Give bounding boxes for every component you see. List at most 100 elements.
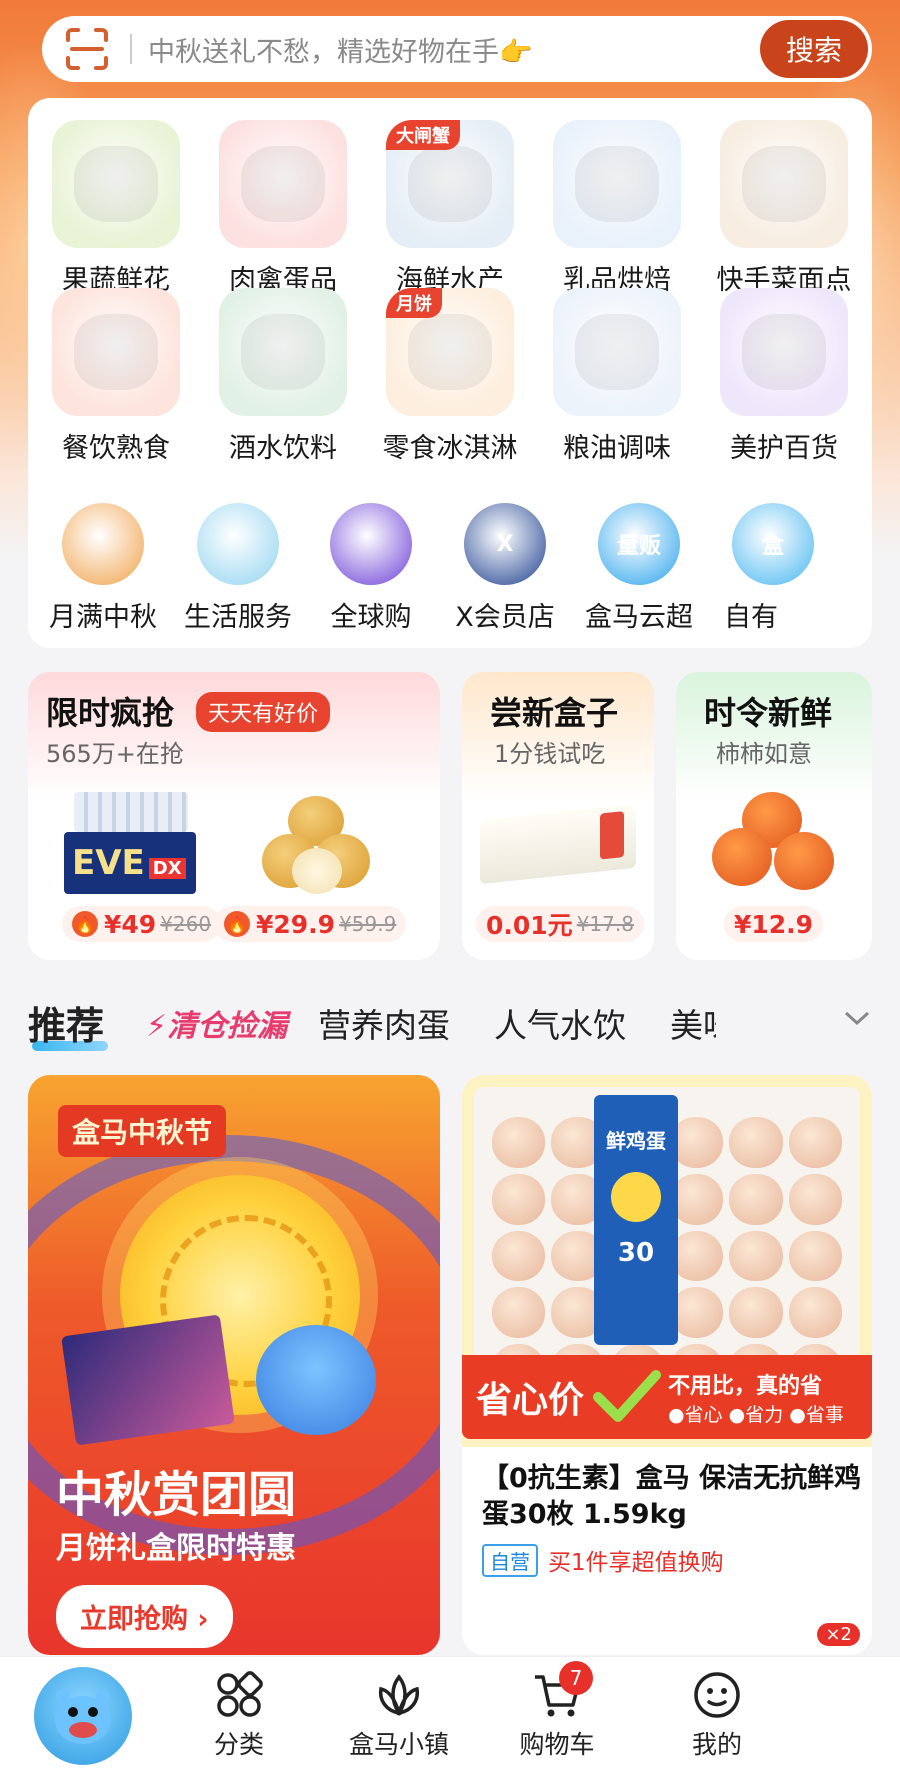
search-button[interactable]: 搜索	[760, 20, 868, 78]
category-tag: 大闸蟹	[386, 120, 460, 150]
festival-tag: 盒马中秋节	[58, 1105, 227, 1157]
seasonal-price: ¥12.9	[724, 906, 824, 942]
gift-box-illustration	[61, 1314, 235, 1446]
banner-headline: 中秋赏团圆	[56, 1467, 297, 1523]
category-item[interactable]: 酒水饮料	[199, 288, 367, 465]
cooked-food-icon	[52, 288, 180, 416]
nav-hema-town[interactable]: 盒马小镇	[334, 1669, 464, 1761]
snack-icon: 月饼	[386, 288, 514, 416]
mid-autumn-rabbit-icon	[62, 503, 144, 585]
tab-meat-eggs[interactable]: 营养肉蛋	[318, 999, 450, 1047]
mid-autumn-banner[interactable]: 盒马中秋节 中秋赏团圆 月饼礼盒限时特惠 立即抢购 ›	[28, 1075, 440, 1655]
shortcut-item[interactable]: 生活服务	[163, 503, 313, 634]
cart-icon: 7	[531, 1661, 593, 1721]
trial-box-subtitle: 1分钱试吃	[494, 740, 606, 768]
dairy-icon	[553, 120, 681, 248]
category-item[interactable]: 大闸蟹 海鲜水产	[366, 120, 534, 297]
nav-profile[interactable]: 我的	[652, 1669, 782, 1761]
bottom-navigation: 分类 盒马小镇 7 购物车 我的	[0, 1656, 900, 1768]
search-bar[interactable]: 中秋送礼不愁，精选好物在手👉 搜索	[42, 16, 872, 82]
egg	[788, 1173, 842, 1225]
shortcut-label: 自有	[724, 602, 778, 633]
service-staff-icon	[197, 503, 279, 585]
own-brand-icon: 盒	[732, 503, 814, 585]
search-divider	[130, 34, 132, 64]
quick-meal-icon	[720, 120, 848, 248]
tab-tasty[interactable]: 美味	[670, 999, 716, 1047]
product-image-cheese[interactable]	[480, 803, 636, 885]
trial-box-title: 尝新盒子	[490, 694, 619, 732]
x-member-icon: X	[464, 503, 546, 585]
category-item[interactable]: 乳品烘焙	[533, 120, 701, 297]
fruit-vegetable-icon	[52, 120, 180, 248]
scan-icon[interactable]	[62, 24, 112, 74]
flash-price-1: 🔥 ¥49 ¥260	[62, 906, 222, 942]
home-hippo-icon[interactable]	[34, 1667, 132, 1765]
tab-recommend[interactable]: 推荐	[28, 995, 104, 1050]
shortcut-item[interactable]: 量贩 盒马云超	[564, 503, 714, 634]
shortcut-item[interactable]: 全球购	[296, 503, 446, 634]
grain-oil-icon	[553, 288, 681, 416]
seasonal-fresh-title: 时令新鲜	[704, 694, 833, 732]
category-grid-icon	[213, 1669, 265, 1721]
profile-face-icon	[691, 1669, 743, 1721]
cloud-market-icon: 量贩	[598, 503, 680, 585]
shortcut-row: 月满中秋 生活服务 全球购 X X会员店 量贩 盒马云超盒自有	[28, 503, 872, 648]
flash-sale-badge: 天天有好价	[196, 692, 331, 732]
tab-clearance[interactable]: ⚡清仓捡漏	[146, 1001, 287, 1045]
shortcut-label: 月满中秋	[49, 602, 157, 633]
shortcut-item[interactable]: 月满中秋	[28, 503, 178, 634]
category-item[interactable]: 美护百货	[700, 288, 868, 465]
yolk-icon	[611, 1172, 661, 1222]
tab-drinks[interactable]: 人气水饮	[494, 999, 626, 1047]
chevron-down-icon[interactable]	[842, 1003, 872, 1033]
lotus-town-icon	[373, 1669, 425, 1721]
category-item[interactable]: 快手菜面点	[700, 120, 868, 297]
egg	[492, 1230, 546, 1282]
shortcut-label: X会员店	[455, 602, 555, 633]
cart-count-badge: 7	[559, 1661, 593, 1695]
fire-icon: 🔥	[224, 911, 250, 937]
category-item[interactable]: 餐饮熟食	[32, 288, 200, 465]
egg	[492, 1173, 546, 1225]
product-card-eggs[interactable]: 鲜鸡蛋 30 省心价 不用比，真的省 ●省心 ●省力 ●省事 【0抗生素】盒马 …	[462, 1075, 872, 1655]
category-label: 餐饮熟食	[62, 433, 170, 464]
hippo-chef-illustration	[256, 1325, 376, 1435]
check-icon	[592, 1367, 662, 1427]
flash-sale-subtitle: 565万+在抢	[46, 740, 184, 768]
seafood-icon: 大闸蟹	[386, 120, 514, 248]
product-image-eve[interactable]: EVE DX	[64, 792, 196, 896]
trial-price: 0.01元 ¥17.8	[476, 906, 644, 942]
category-item[interactable]: 月饼 零食冰淇淋	[366, 288, 534, 465]
category-panel: 果蔬鲜花 肉禽蛋品 大闸蟹 海鲜水产 乳品烘焙 快手菜面点餐饮熟食 酒水饮料 月饼零食冰淇淋粮…	[28, 98, 872, 648]
category-label: 零食冰淇淋	[382, 433, 518, 464]
flash-sale-card[interactable]: 限时疯抢 天天有好价 565万+在抢 EVE DX 🔥 ¥49 ¥260 🔥 ¥2…	[28, 672, 440, 960]
quantity-badge: ×2	[817, 1623, 860, 1646]
promo-tag: 买1件享超值换购	[548, 1550, 724, 1576]
drinks-icon	[219, 288, 347, 416]
seasonal-fresh-card[interactable]: 时令新鲜 柿柿如意 ¥12.9	[676, 672, 872, 960]
category-item[interactable]: 肉禽蛋品	[199, 120, 367, 297]
egg	[492, 1117, 546, 1168]
shortcut-item[interactable]: X X会员店	[430, 503, 580, 634]
product-image-persimmon[interactable]	[712, 792, 836, 896]
nav-cart[interactable]: 7 购物车	[492, 1661, 622, 1761]
category-item[interactable]: 粮油调味	[533, 288, 701, 465]
buy-now-button[interactable]: 立即抢购 ›	[56, 1585, 233, 1648]
fire-icon: 🔥	[72, 911, 98, 937]
category-item[interactable]: 果蔬鲜花	[32, 120, 200, 297]
egg	[729, 1173, 783, 1225]
flash-sale-title: 限时疯抢	[46, 694, 175, 732]
nav-category[interactable]: 分类	[174, 1669, 304, 1761]
product-image-eggs: 鲜鸡蛋 30 省心价 不用比，真的省 ●省心 ●省力 ●省事	[462, 1075, 872, 1447]
shortcut-label: 盒马云超	[585, 602, 693, 633]
trial-box-card[interactable]: 尝新盒子 1分钱试吃 0.01元 ¥17.8	[462, 672, 654, 960]
banner-subline: 月饼礼盒限时特惠	[56, 1531, 296, 1566]
egg	[729, 1117, 783, 1168]
flash-price-2: 🔥 ¥29.9 ¥59.9	[214, 906, 407, 942]
seasonal-fresh-subtitle: 柿柿如意	[716, 740, 812, 768]
product-image-pear[interactable]	[262, 796, 372, 896]
shortcut-item[interactable]: 盒自有	[698, 503, 848, 634]
egg	[788, 1287, 842, 1339]
beauty-icon	[720, 288, 848, 416]
